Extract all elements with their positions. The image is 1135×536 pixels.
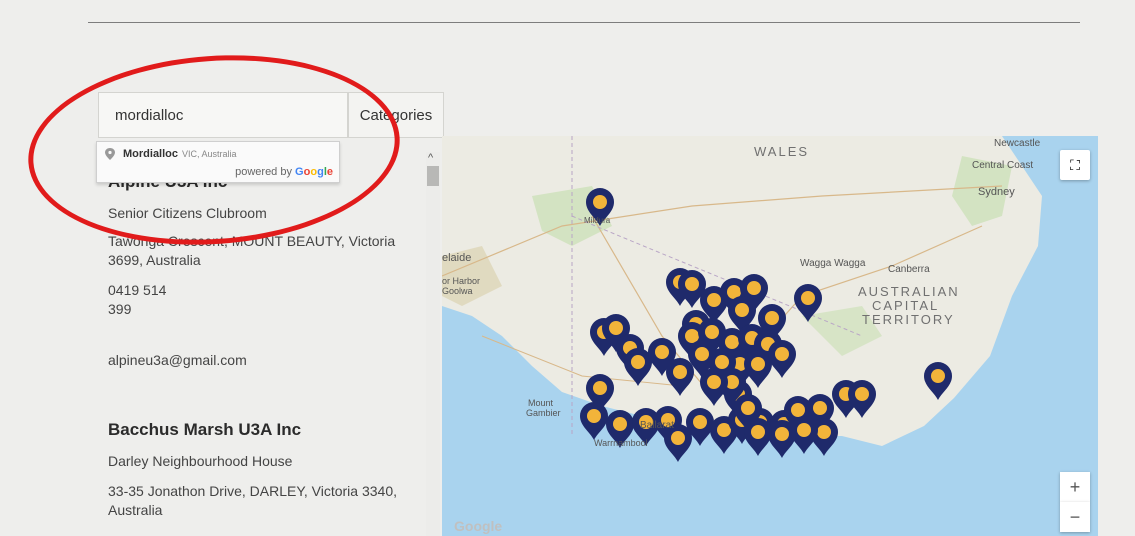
scroll-up-icon[interactable]: ^ xyxy=(428,152,433,164)
map-label-city: Canberra xyxy=(888,264,930,275)
map-view[interactable]: WALES Newcastle Central Coast Sydney Wag… xyxy=(442,136,1098,536)
map-marker[interactable] xyxy=(768,420,796,458)
map-label-city: Wagga Wagga xyxy=(800,258,866,269)
zoom-in-button[interactable]: + xyxy=(1060,472,1090,502)
map-label-city: Mount xyxy=(528,398,554,408)
map-label-region: TERRITORY xyxy=(862,312,955,327)
autocomplete-suggestion[interactable]: Mordialloc VIC, Australia xyxy=(105,148,237,160)
map-label-region: CAPITAL xyxy=(872,298,940,313)
map-label-region: WALES xyxy=(754,144,810,159)
listing-venue: Darley Neighbourhood House xyxy=(108,453,293,469)
listing-title: Bacchus Marsh U3A Inc xyxy=(108,420,302,439)
powered-by-google: powered by Google xyxy=(235,166,333,178)
autocomplete-dropdown: Mordialloc VIC, Australia powered by Goo… xyxy=(96,141,340,183)
suggestion-main-text: Mordialloc xyxy=(123,148,179,160)
map-label-city: or Harbor xyxy=(442,276,481,286)
fullscreen-icon: ⛶ xyxy=(1070,156,1080,173)
listing-email[interactable]: alpineu3a@gmail.com xyxy=(108,351,428,370)
map-label-city: Ballarat xyxy=(640,420,674,431)
top-divider xyxy=(88,22,1080,23)
listing-address: 33-35 Jonathon Drive, DARLEY, Victoria 3… xyxy=(108,483,397,518)
listing-entry: Bacchus Marsh U3A Inc Darley Neighbourho… xyxy=(108,420,428,520)
search-box[interactable] xyxy=(98,92,348,138)
categories-button[interactable]: Categories xyxy=(348,92,444,138)
map-label-city: elaide xyxy=(442,252,472,264)
u3a-listing: Alpine U3A Inc Senior Citizens Clubroom … xyxy=(108,172,428,520)
map-label-city: Mildura xyxy=(584,216,611,225)
google-logo: Google xyxy=(454,518,503,534)
map-label-city: Goolwa xyxy=(442,286,473,296)
map-marker[interactable] xyxy=(580,402,608,440)
map-pin-icon xyxy=(105,148,115,160)
listing-scrollbar[interactable] xyxy=(426,152,440,536)
suggestion-secondary-text: VIC, Australia xyxy=(182,149,237,159)
scrollbar-thumb[interactable] xyxy=(427,166,439,186)
listing-venue: Senior Citizens Clubroom xyxy=(108,205,267,221)
map-label-region: AUSTRALIAN xyxy=(858,284,960,299)
map-label-city: Newcastle xyxy=(994,138,1041,149)
search-input[interactable] xyxy=(113,105,333,125)
map-label-city: Gambier xyxy=(526,408,561,418)
listing-phone[interactable]: 0419 514 xyxy=(108,281,428,300)
listing-address: Tawonga Crescent, MOUNT BEAUTY, Victoria… xyxy=(108,233,396,268)
map-label-city: Sydney xyxy=(978,186,1015,198)
zoom-out-button[interactable]: − xyxy=(1060,502,1090,532)
listing-phone-cont[interactable]: 399 xyxy=(108,300,428,319)
map-label-city: Warrnambool xyxy=(594,438,648,448)
map-label-city: Central Coast xyxy=(972,160,1034,171)
fullscreen-button[interactable]: ⛶ xyxy=(1060,150,1090,180)
listing-entry: Alpine U3A Inc Senior Citizens Clubroom … xyxy=(108,172,428,370)
